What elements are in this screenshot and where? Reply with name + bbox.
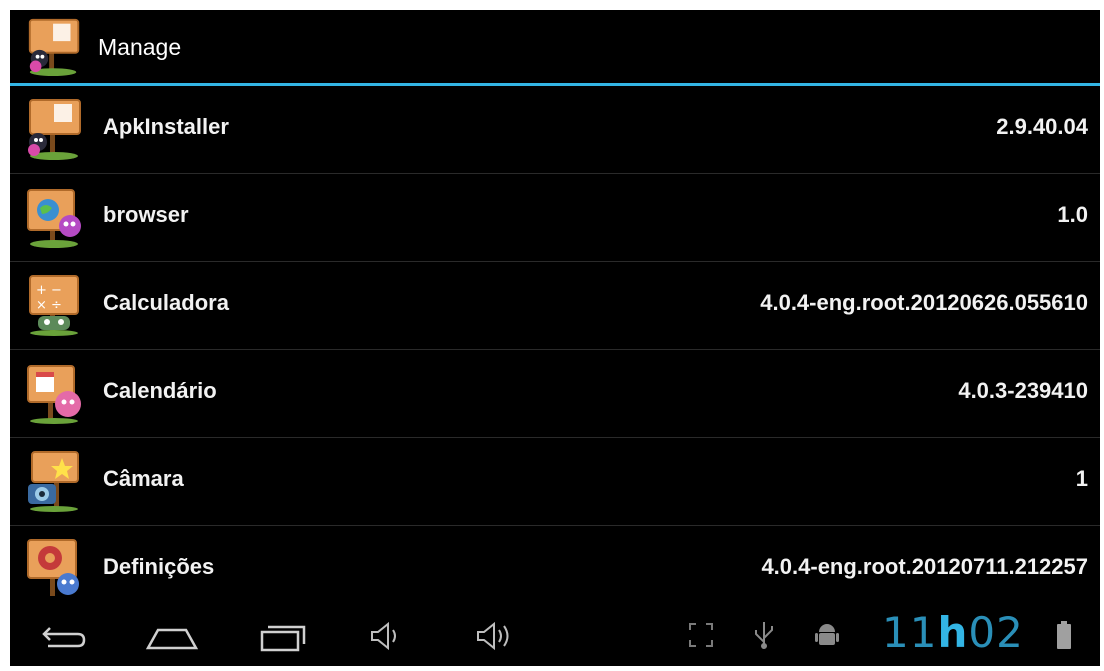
svg-text:× ÷: × ÷	[36, 298, 62, 313]
app-version: 2.9.40.04	[996, 114, 1088, 139]
clock-hours: 11	[882, 608, 938, 657]
usb-icon	[755, 622, 773, 649]
svg-text:+ −: + −	[36, 283, 62, 298]
back-icon[interactable]	[36, 614, 92, 658]
battery-icon	[1057, 621, 1071, 649]
device-screen: Manage ApkInstaller 2.9.40.04 browser 1.…	[10, 10, 1100, 666]
list-item[interactable]: browser 1.0	[10, 174, 1100, 262]
fullscreen-icon[interactable]	[686, 620, 716, 650]
list-item[interactable]: Câmara 1	[10, 438, 1100, 526]
apkinstaller-app-icon	[28, 99, 81, 160]
volume-up-icon[interactable]	[472, 614, 520, 658]
app-name: Câmara	[103, 466, 184, 491]
app-list: ApkInstaller 2.9.40.04 browser 1.0 + − ×…	[10, 86, 1100, 596]
app-version: 1	[1075, 466, 1088, 491]
app-version: 4.0.4-eng.root.20120626.055610	[760, 290, 1088, 315]
list-item[interactable]: Definições 4.0.4-eng.root.20120711.21225…	[10, 526, 1100, 596]
clock: 11h02	[882, 608, 1024, 657]
camera-app-icon	[28, 451, 79, 512]
app-name: Calculadora	[103, 290, 229, 315]
app-name: browser	[103, 202, 189, 227]
recent-apps-icon[interactable]	[256, 614, 310, 658]
browser-app-icon	[27, 189, 81, 248]
android-debug-icon	[815, 624, 839, 645]
list-item[interactable]: Calendário 4.0.3-239410	[10, 350, 1100, 438]
page-title: Manage	[98, 34, 182, 60]
settings-app-icon	[27, 539, 79, 596]
system-bar: 11h02	[10, 606, 1100, 666]
calculator-app-icon: + − × ÷	[29, 275, 79, 336]
app-version: 4.0.3-239410	[958, 378, 1088, 403]
calendar-app-icon	[27, 365, 81, 424]
apkinstaller-app-icon[interactable]	[24, 14, 86, 76]
clock-separator: h	[937, 608, 969, 657]
app-version: 1.0	[1057, 202, 1088, 227]
list-item[interactable]: ApkInstaller 2.9.40.04	[10, 86, 1100, 174]
app-name: Calendário	[103, 378, 217, 403]
action-bar: Manage	[10, 10, 1100, 86]
list-item[interactable]: + − × ÷ Calculadora 4.0.4-eng.root.20120…	[10, 262, 1100, 350]
app-name: Definições	[103, 554, 215, 579]
volume-down-icon[interactable]	[366, 614, 406, 658]
clock-minutes: 02	[968, 608, 1024, 657]
app-version: 4.0.4-eng.root.20120711.212257	[761, 554, 1088, 579]
app-name: ApkInstaller	[103, 114, 229, 139]
home-icon[interactable]	[142, 614, 202, 658]
